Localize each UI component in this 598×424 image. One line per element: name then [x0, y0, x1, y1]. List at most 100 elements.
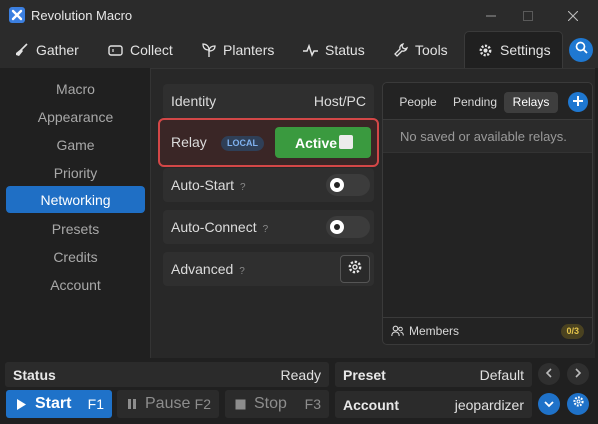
ticket-icon	[108, 43, 123, 58]
pause-hotkey: F2	[194, 396, 211, 412]
tab-status[interactable]: Status	[303, 32, 365, 68]
advanced-label: Advanced?	[171, 261, 251, 277]
sidebar-item-appearance[interactable]: Appearance	[6, 103, 145, 130]
account-panel: Account jeopardizer	[335, 391, 532, 418]
relay-active-label: Active	[295, 135, 338, 151]
toggle-knob	[330, 178, 344, 192]
plus-icon	[573, 93, 583, 111]
tab-label: Tools	[415, 42, 448, 58]
toggle-knob	[330, 220, 344, 234]
relays-panel: People Pending Relays No saved or availa…	[382, 82, 593, 345]
app-logo-icon	[9, 7, 25, 23]
minimize-button[interactable]	[476, 4, 506, 28]
members-label: Members	[409, 324, 460, 338]
preset-panel: Preset Default	[335, 362, 532, 387]
members-footer: Members 0/3	[383, 317, 592, 344]
account-settings-button[interactable]	[567, 393, 589, 415]
preset-prev-button[interactable]	[538, 363, 560, 385]
tab-label: Settings	[500, 42, 551, 58]
advanced-row: Advanced?	[163, 252, 374, 286]
relays-empty-message: No saved or available relays.	[383, 120, 592, 153]
help-icon[interactable]: ?	[263, 224, 275, 235]
advanced-settings-button[interactable]	[340, 255, 370, 283]
members-icon	[391, 324, 404, 342]
tab-label: Status	[325, 42, 365, 58]
start-button[interactable]: Start F1	[6, 390, 112, 418]
wrench-icon	[393, 43, 408, 58]
sidebar-item-credits[interactable]: Credits	[6, 243, 145, 270]
auto-start-label: Auto-Start?	[171, 177, 252, 193]
auto-start-toggle[interactable]	[326, 174, 370, 196]
sidebar-item-game[interactable]: Game	[6, 131, 145, 158]
local-badge: LOCAL	[221, 136, 264, 151]
gear-icon	[572, 395, 585, 413]
pause-button[interactable]: Pause F2	[117, 390, 219, 418]
start-hotkey: F1	[87, 396, 104, 412]
relay-row: Relay LOCAL Active	[158, 118, 379, 167]
stop-icon	[235, 399, 246, 410]
preset-label: Preset	[343, 367, 386, 383]
tab-label: Planters	[223, 42, 275, 58]
tab-collect[interactable]: Collect	[108, 32, 173, 68]
relay-checkbox[interactable]	[339, 135, 353, 149]
identity-label: Identity	[171, 93, 217, 109]
auto-start-row: Auto-Start?	[163, 168, 374, 202]
sidebar-item-priority[interactable]: Priority	[6, 159, 145, 186]
relay-active-button[interactable]: Active	[275, 127, 371, 158]
chevron-left-icon	[545, 365, 553, 383]
preset-value: Default	[479, 367, 524, 383]
pause-icon	[127, 398, 137, 410]
maximize-button[interactable]	[513, 4, 543, 28]
stop-hotkey: F3	[304, 396, 321, 412]
broom-icon	[14, 43, 29, 58]
tab-label: Gather	[36, 42, 79, 58]
tab-gather[interactable]: Gather	[14, 32, 79, 68]
window-title: Revolution Macro	[31, 8, 133, 23]
pulse-icon	[303, 43, 318, 58]
account-value: jeopardizer	[454, 397, 524, 413]
tab-label: Collect	[130, 42, 173, 58]
settings-sidebar: Macro Appearance Game Priority Networkin…	[0, 68, 150, 358]
tab-relays[interactable]: Relays	[504, 92, 558, 113]
main-tab-bar: Gather Collect Planters Status Tools Set…	[0, 31, 598, 68]
status-value: Ready	[280, 367, 321, 383]
search-icon	[575, 41, 588, 59]
status-label: Status	[13, 367, 56, 383]
start-label: Start	[35, 395, 72, 412]
chevron-right-icon	[574, 365, 582, 383]
sprout-icon	[201, 42, 216, 58]
auto-connect-label: Auto-Connect?	[171, 219, 275, 235]
members-count-badge: 0/3	[561, 324, 584, 339]
pause-label: Pause	[145, 395, 191, 412]
tab-planters[interactable]: Planters	[201, 32, 274, 68]
status-panel: Status Ready	[5, 362, 329, 387]
gear-icon	[347, 259, 363, 280]
stop-button[interactable]: Stop F3	[225, 390, 329, 418]
add-relay-button[interactable]	[568, 92, 588, 112]
title-bar: Revolution Macro	[0, 0, 598, 32]
auto-connect-row: Auto-Connect?	[163, 210, 374, 244]
tab-people[interactable]: People	[392, 92, 444, 113]
relay-label: Relay	[171, 134, 207, 150]
search-button[interactable]	[569, 38, 593, 62]
auto-connect-toggle[interactable]	[326, 216, 370, 238]
sidebar-item-presets[interactable]: Presets	[6, 215, 145, 242]
account-dropdown-button[interactable]	[538, 393, 560, 415]
tab-pending[interactable]: Pending	[448, 92, 502, 113]
sidebar-item-networking[interactable]: Networking	[6, 186, 145, 213]
identity-row: Identity Host/PC	[163, 84, 374, 118]
chevron-down-icon	[544, 395, 554, 413]
help-icon[interactable]: ?	[240, 182, 252, 193]
gear-icon	[478, 43, 493, 58]
help-icon[interactable]: ?	[239, 266, 251, 277]
stop-label: Stop	[254, 395, 287, 412]
tab-tools[interactable]: Tools	[393, 32, 448, 68]
relays-panel-tabs: People Pending Relays	[383, 83, 592, 120]
sidebar-item-account[interactable]: Account	[6, 271, 145, 298]
preset-next-button[interactable]	[567, 363, 589, 385]
tab-settings[interactable]: Settings	[464, 31, 563, 68]
close-button[interactable]	[558, 4, 588, 28]
sidebar-item-macro[interactable]: Macro	[6, 75, 145, 102]
play-icon	[16, 398, 27, 411]
account-label: Account	[343, 397, 399, 413]
